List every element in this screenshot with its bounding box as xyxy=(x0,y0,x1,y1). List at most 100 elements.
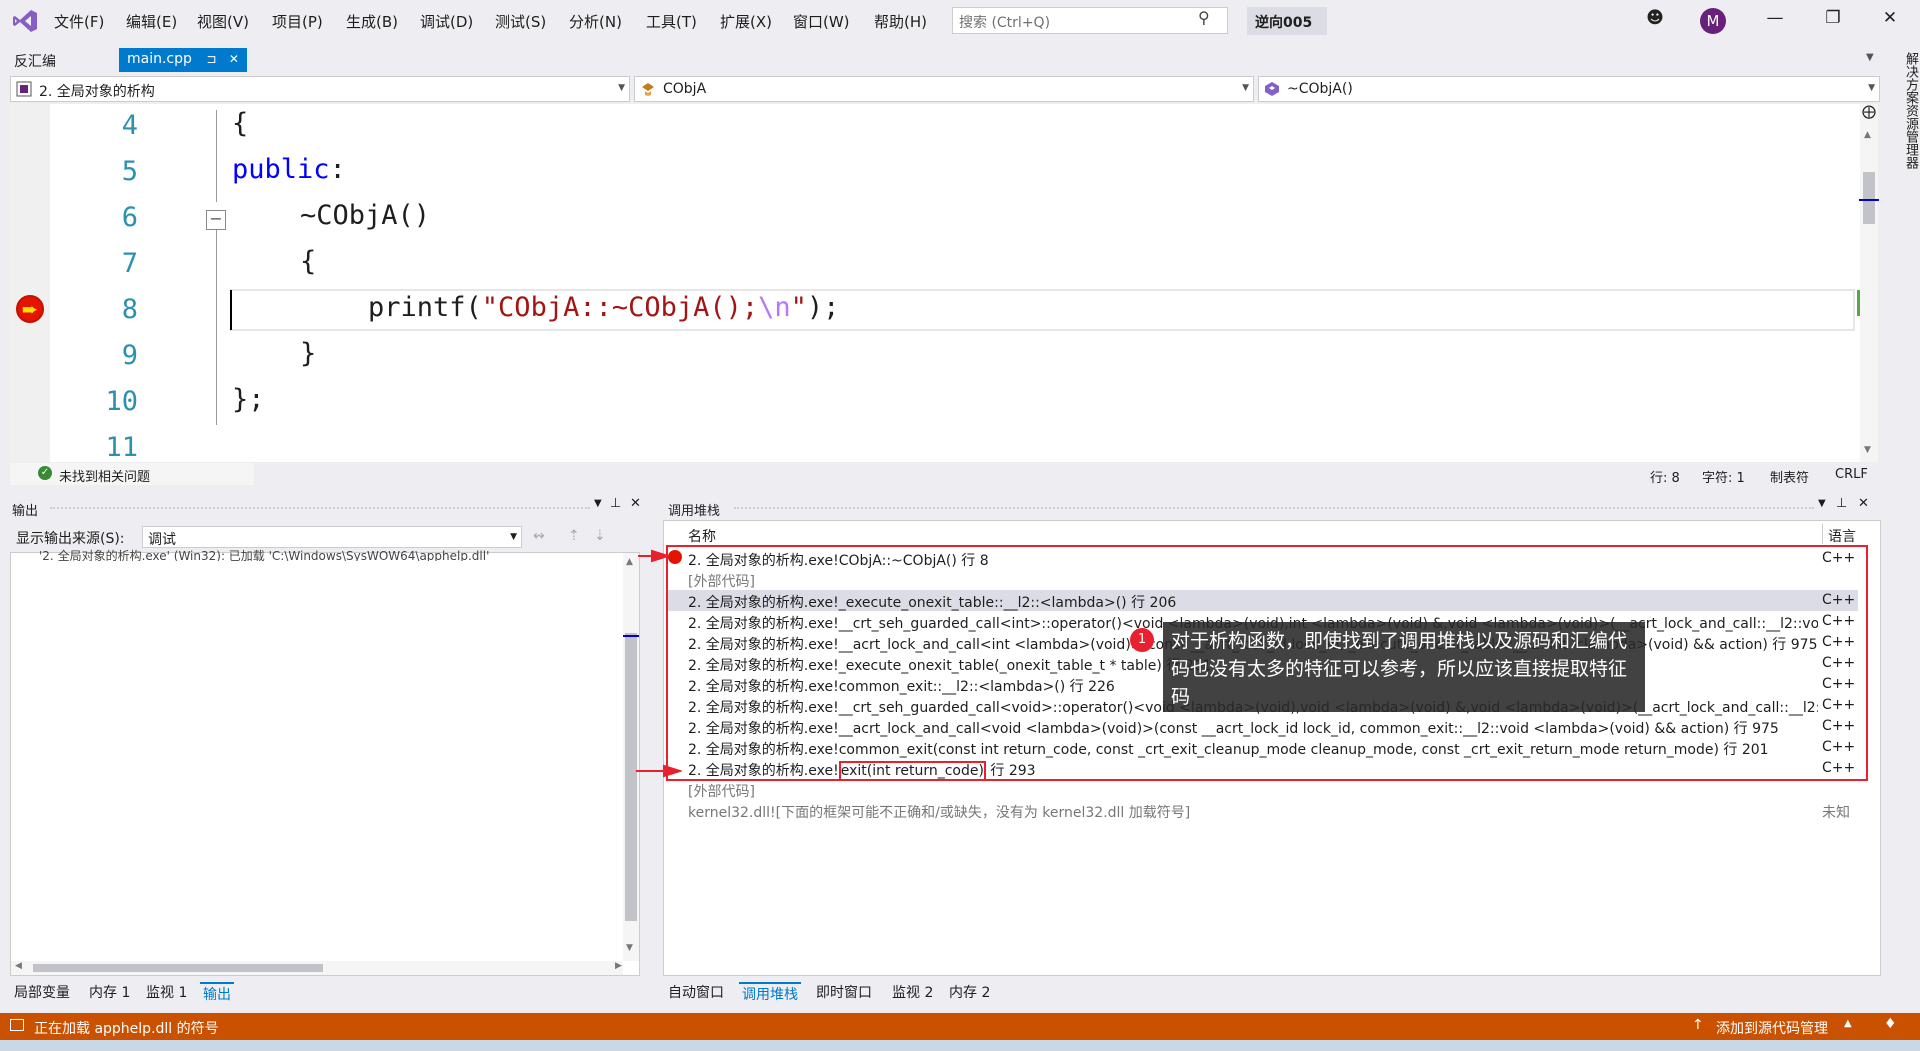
project-icon xyxy=(16,81,32,97)
tab-immediate[interactable]: 即时窗口 xyxy=(816,982,872,1002)
project-name: 逆向005 xyxy=(1247,7,1327,35)
pin-icon[interactable]: ⊥ xyxy=(610,496,621,511)
tab-memory-1[interactable]: 内存 1 xyxy=(89,982,130,1002)
eol-indicator[interactable]: CRLF xyxy=(1835,467,1868,482)
avatar[interactable]: M xyxy=(1700,8,1726,34)
chevron-down-icon: ▼ xyxy=(510,532,517,542)
tab-disassembly[interactable]: 反汇编 xyxy=(6,48,64,72)
tab-main-cpp[interactable]: main.cpp ⊐ ✕ xyxy=(119,48,247,72)
next-message-icon[interactable]: ⇣ xyxy=(594,528,606,544)
pin-icon[interactable]: ⊐ xyxy=(206,52,216,66)
panel-menu-icon[interactable]: ▼ xyxy=(1818,498,1826,509)
scroll-up-icon[interactable]: ▲ xyxy=(1864,130,1871,140)
column-header-language[interactable]: 语言 xyxy=(1828,526,1856,546)
menu-tools[interactable]: 工具(T) xyxy=(646,11,697,32)
status-message: 正在加载 apphelp.dll 的符号 xyxy=(34,1021,219,1037)
close-icon[interactable]: ✕ xyxy=(1858,496,1869,511)
taskbar-strip xyxy=(0,1040,1920,1051)
callstack-row-unknown[interactable]: kernel32.dll![下面的框架可能不正确和/或缺失，没有为 kernel… xyxy=(688,800,1858,821)
find-message-icon[interactable]: ↭ xyxy=(533,528,545,544)
class-dropdown-label: CObjA xyxy=(663,81,707,97)
tab-call-stack[interactable]: 调用堆栈 xyxy=(739,982,801,1004)
line-indicator[interactable]: 行: 8 xyxy=(1650,467,1680,486)
tab-watch-2[interactable]: 监视 2 xyxy=(892,982,933,1002)
class-dropdown[interactable]: CObjA ▼ xyxy=(634,76,1254,102)
tab-label: main.cpp xyxy=(127,51,192,67)
upload-arrow-icon: ↑ xyxy=(1692,1017,1704,1033)
function-call: printf( xyxy=(368,292,482,323)
column-header-name[interactable]: 名称 xyxy=(688,526,716,546)
search-input[interactable]: 搜索 (Ctrl+Q) xyxy=(952,7,1228,34)
scroll-up-icon[interactable]: ▲ xyxy=(626,557,633,567)
colon: : xyxy=(329,154,346,185)
tab-output[interactable]: 输出 xyxy=(200,982,234,1004)
close-window-icon[interactable]: ✕ xyxy=(1875,8,1905,28)
menu-analyze[interactable]: 分析(N) xyxy=(569,11,622,32)
output-window-icon xyxy=(10,1019,24,1031)
live-share-icon[interactable]: ☻ xyxy=(1640,8,1670,28)
outline-line xyxy=(216,230,217,425)
output-title: 输出 xyxy=(12,504,39,519)
menu-file[interactable]: 文件(F) xyxy=(54,11,104,32)
notification-bell-icon[interactable]: ♦ xyxy=(1884,1016,1897,1032)
tabs-indicator[interactable]: 制表符 xyxy=(1770,467,1809,486)
menu-extensions[interactable]: 扩展(X) xyxy=(720,11,772,32)
output-text-area[interactable]: '2. 全局对象的析构.exe' (Win32): 已加载 'C:\Window… xyxy=(10,549,640,976)
char-indicator[interactable]: 字符: 1 xyxy=(1702,467,1745,486)
close-icon[interactable]: ✕ xyxy=(229,52,239,66)
menu-build[interactable]: 生成(B) xyxy=(346,11,398,32)
output-source-select[interactable]: 调试 ▼ xyxy=(142,526,522,548)
menu-debug[interactable]: 调试(D) xyxy=(420,11,473,32)
close-icon[interactable]: ✕ xyxy=(630,496,641,511)
restore-icon[interactable]: ❐ xyxy=(1818,8,1848,28)
navigation-bar: 2. 全局对象的析构 ▼ CObjA ▼ ~CObjA() ▼ xyxy=(10,76,1880,102)
search-icon[interactable]: ⚲ xyxy=(1198,8,1210,27)
annotation-arrow-icon xyxy=(636,764,682,778)
issues-status[interactable]: 未找到相关问题 xyxy=(59,466,150,485)
scroll-down-icon[interactable]: ▼ xyxy=(1864,445,1871,455)
project-dropdown[interactable]: 2. 全局对象的析构 ▼ xyxy=(10,76,630,102)
prev-message-icon[interactable]: ⇡ xyxy=(568,528,580,544)
tab-watch-1[interactable]: 监视 1 xyxy=(146,982,187,1002)
scroll-left-icon[interactable]: ◀ xyxy=(15,961,22,971)
member-dropdown[interactable]: ~CObjA() ▼ xyxy=(1258,76,1880,102)
breakpoint-margin[interactable] xyxy=(10,104,50,462)
editor-scroll-thumb[interactable] xyxy=(1863,172,1875,224)
output-hscroll-thumb[interactable] xyxy=(33,964,323,972)
line-number: 9 xyxy=(121,340,138,371)
chevron-down-icon: ▼ xyxy=(1242,83,1249,93)
scroll-position-marker xyxy=(623,635,639,637)
scroll-down-icon[interactable]: ▼ xyxy=(626,943,633,953)
menu-view[interactable]: 视图(V) xyxy=(197,11,249,32)
code-line-10: }; xyxy=(232,384,265,415)
cursor-marker xyxy=(1859,199,1879,201)
menu-project[interactable]: 项目(P) xyxy=(272,11,323,32)
tab-locals[interactable]: 局部变量 xyxy=(14,982,70,1002)
code-line-8: printf("CObjA::~CObjA();\n"); xyxy=(368,292,839,323)
code-line-4: { xyxy=(232,108,249,139)
collapse-icon[interactable]: − xyxy=(206,210,226,230)
tab-list-chevron-icon[interactable]: ▼ xyxy=(1866,52,1874,63)
menu-test[interactable]: 测试(S) xyxy=(495,11,546,32)
source-control-button[interactable]: 添加到源代码管理 xyxy=(1716,1018,1828,1038)
pin-icon[interactable]: ⊥ xyxy=(1836,496,1847,511)
minimize-icon[interactable]: — xyxy=(1760,8,1790,28)
tab-autos[interactable]: 自动窗口 xyxy=(668,982,724,1002)
split-icon[interactable]: ⨁ xyxy=(1862,104,1876,120)
menu-window[interactable]: 窗口(W) xyxy=(793,11,850,32)
editor-scrollbar[interactable] xyxy=(1860,104,1878,462)
status-bar: 正在加载 apphelp.dll 的符号 ↑ 添加到源代码管理 ▲ ♦ xyxy=(0,1013,1920,1040)
scroll-right-icon[interactable]: ▶ xyxy=(615,961,622,971)
menu-help[interactable]: 帮助(H) xyxy=(874,11,927,32)
tab-memory-2[interactable]: 内存 2 xyxy=(949,982,990,1002)
panel-menu-icon[interactable]: ▼ xyxy=(594,498,602,509)
chevron-down-icon: ▼ xyxy=(1868,83,1875,93)
menu-edit[interactable]: 编辑(E) xyxy=(126,11,177,32)
class-icon xyxy=(642,83,654,96)
callstack-title: 调用堆栈 xyxy=(668,504,721,519)
callstack-row-external[interactable]: [外部代码] xyxy=(688,779,1858,800)
chevron-up-icon[interactable]: ▲ xyxy=(1844,1018,1852,1029)
check-icon: ✓ xyxy=(38,466,52,480)
visual-studio-logo-icon[interactable] xyxy=(12,9,38,33)
output-panel: 输出 ▼ ⊥ ✕ 显示输出来源(S): 调试 ▼ ↭ ⇡ ⇣ '2. 全局对象的… xyxy=(10,494,646,982)
